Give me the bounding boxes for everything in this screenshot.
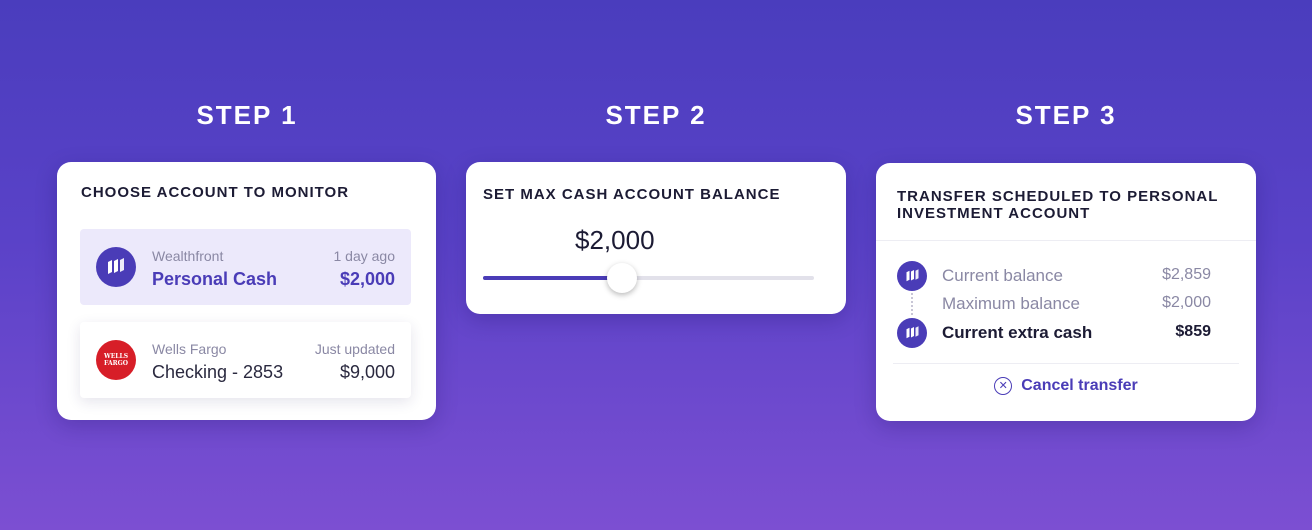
wells-fargo-logo-text: WELLS FARGO [103,353,129,367]
step-2-title: STEP 2 [605,100,707,130]
wealthfront-logo-icon [96,247,136,287]
slider-thumb[interactable] [607,263,638,293]
balance-label: Current balance [942,266,1063,285]
transfer-scheduled-card: TRANSFER SCHEDULED TO PERSONAL INVESTMEN… [876,163,1256,421]
account-option-checking[interactable]: WELLS FARGO Wells Fargo Checking - 2853 … [80,322,411,398]
account-name: Checking - 2853 [152,362,284,382]
balance-value: $859 [1175,323,1211,340]
current-extra-cash-row: Current extra cash $859 [897,318,1211,348]
max-balance-slider[interactable] [483,263,814,293]
wealthfront-logo-icon [897,261,927,291]
balance-label: Current extra cash [942,323,1093,342]
card-heading: CHOOSE ACCOUNT TO MONITOR [81,184,350,201]
slider-fill [483,276,623,280]
balance-value: $2,000 [1162,294,1211,311]
wells-fargo-logo-icon: WELLS FARGO [96,340,136,380]
account-option-personal-cash[interactable]: Wealthfront Personal Cash 1 day ago $2,0… [80,229,411,305]
step-1-title: STEP 1 [196,100,298,130]
max-balance-amount: $2,000 [575,225,655,255]
balance-value: $2,859 [1162,266,1211,283]
divider [876,240,1256,241]
balance-label: Maximum balance [942,294,1080,313]
close-circle-icon: ✕ [994,377,1013,395]
account-provider: Wells Fargo [152,341,227,357]
maximum-balance-row: Maximum balance $2,000 [897,289,1211,319]
account-balance: $2,000 [339,269,395,289]
choose-account-card: CHOOSE ACCOUNT TO MONITOR Wealthfront Pe… [57,162,436,420]
wealthfront-logo-icon [897,318,927,348]
step-3-title: STEP 3 [1015,100,1117,130]
current-balance-row: Current balance $2,859 [897,261,1211,291]
account-name: Personal Cash [152,269,278,289]
divider [893,363,1239,364]
cancel-transfer-label: Cancel transfer [1021,377,1138,394]
account-provider: Wealthfront [152,248,224,264]
card-heading: SET MAX CASH ACCOUNT BALANCE [483,186,781,203]
card-heading: TRANSFER SCHEDULED TO PERSONAL INVESTMEN… [897,188,1219,222]
account-balance: $9,000 [339,362,395,382]
account-updated: 1 day ago [333,248,396,264]
cancel-transfer-button[interactable]: ✕ Cancel transfer [876,377,1256,395]
max-balance-card: SET MAX CASH ACCOUNT BALANCE $2,000 [466,162,846,314]
account-updated: Just updated [314,341,395,357]
